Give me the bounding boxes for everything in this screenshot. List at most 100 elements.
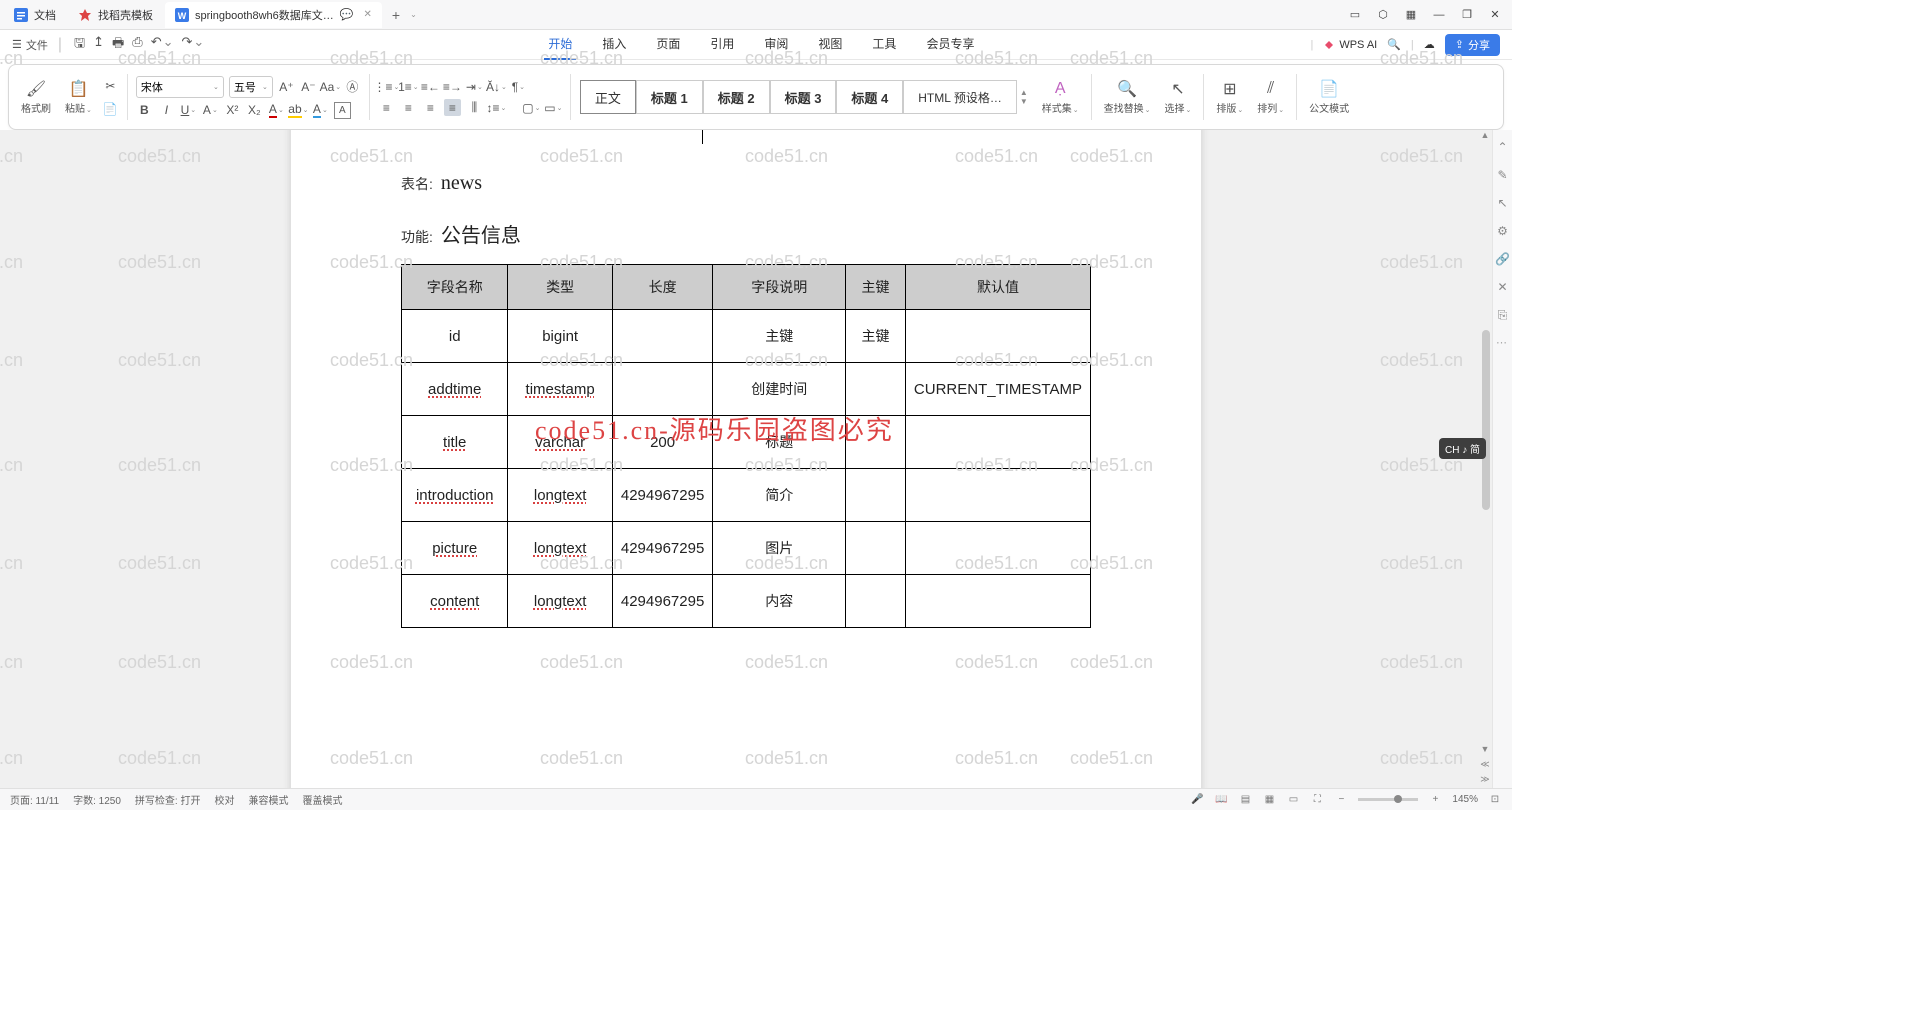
clear-format-icon[interactable]: Ⓐ (344, 78, 361, 95)
tab-start[interactable]: 开始 (544, 29, 576, 60)
add-tab-button[interactable]: + (384, 3, 408, 27)
zoom-in-icon[interactable]: + (1428, 793, 1442, 807)
fullscreen-icon[interactable]: ⛶ (1310, 793, 1324, 807)
save-icon[interactable]: 🖫 (74, 34, 85, 56)
table-row[interactable]: addtime timestamp 创建时间 CURRENT_TIMESTAMP (402, 363, 1091, 416)
tab-page[interactable]: 页面 (652, 29, 684, 60)
tab-templates[interactable]: 找稻壳模板 (68, 2, 163, 28)
vertical-scrollbar[interactable]: ▲ ▼ ≪ ≫ (1478, 130, 1492, 788)
tab-reference[interactable]: 引用 (706, 29, 738, 60)
distribute-icon[interactable]: ⫼ (466, 99, 483, 116)
web-view-icon[interactable]: ▦ (1262, 793, 1276, 807)
group-official[interactable]: 📄 公文模式 (1305, 79, 1353, 115)
align-right-icon[interactable]: ≡ (422, 99, 439, 116)
decrease-font-icon[interactable]: A⁻ (300, 78, 317, 95)
close-button[interactable]: ✕ (1482, 4, 1508, 26)
show-marks-icon[interactable]: ¶⌄ (510, 78, 527, 95)
tab-view-icon[interactable]: ▭ (1342, 4, 1368, 26)
align-center-icon[interactable]: ≡ (400, 99, 417, 116)
style-up-icon[interactable]: ▲ (1020, 88, 1028, 97)
indent-icon[interactable]: ≡→ (444, 78, 461, 95)
link-icon[interactable]: 🔗 (1496, 252, 1510, 266)
cube-icon[interactable]: ⬡ (1370, 4, 1396, 26)
ime-indicator[interactable]: CH ♪ 简 (1439, 438, 1486, 459)
style-h3[interactable]: 标题 3 (770, 80, 837, 114)
outline-icon[interactable]: ▭ (1286, 793, 1300, 807)
border-icon[interactable]: ▢⌄ (523, 99, 540, 116)
style-h1[interactable]: 标题 1 (636, 80, 703, 114)
scroll-thumb[interactable] (1482, 330, 1490, 510)
fit-icon[interactable]: ⊡ (1488, 793, 1502, 807)
font-size-select[interactable]: 五号⌄ (229, 76, 273, 98)
tab-review[interactable]: 审阅 (760, 29, 792, 60)
page[interactable]: 表名: news 功能: 公告信息 字段名称 类型 长度 字段说明 主键 默认值… (291, 130, 1201, 788)
cursor-icon[interactable]: ↖ (1496, 196, 1510, 210)
status-compat[interactable]: 兼容模式 (248, 792, 288, 807)
highlight-button[interactable]: ab⌄ (290, 102, 307, 119)
status-spell[interactable]: 拼写检查: 打开 (135, 792, 201, 807)
style-h4[interactable]: 标题 4 (836, 80, 903, 114)
status-mode[interactable]: 覆盖模式 (302, 792, 342, 807)
table-row[interactable]: introduction longtext 4294967295 简介 (402, 469, 1091, 522)
page-view-icon[interactable]: ▤ (1238, 793, 1252, 807)
tab-insert[interactable]: 插入 (598, 29, 630, 60)
voice-icon[interactable]: 🎤 (1190, 793, 1204, 807)
document-body[interactable]: 表名: news 功能: 公告信息 字段名称 类型 长度 字段说明 主键 默认值… (401, 172, 1091, 628)
align-left-icon[interactable]: ≡ (378, 99, 395, 116)
style-html[interactable]: HTML 预设格… (903, 80, 1017, 114)
share-button[interactable]: ⇪分享 (1445, 34, 1500, 56)
tab-member[interactable]: 会员专享 (922, 29, 978, 60)
shading-button[interactable]: A⌄ (312, 102, 329, 119)
redo-icon[interactable]: ↷⌄ (182, 34, 205, 56)
preview-icon[interactable]: ⎙ (132, 34, 142, 56)
style-gallery[interactable]: 正文 标题 1 标题 2 标题 3 标题 4 HTML 预设格… ▲▼ (579, 79, 1032, 115)
file-menu[interactable]: ☰文件 (6, 34, 54, 56)
read-icon[interactable]: 📖 (1214, 793, 1228, 807)
table-row[interactable]: title varchar 200 标题 (402, 416, 1091, 469)
underline-button[interactable]: U⌄ (180, 102, 197, 119)
maximize-button[interactable]: ❐ (1454, 4, 1480, 26)
fill-icon[interactable]: ▭⌄ (545, 99, 562, 116)
scroll-up-icon[interactable]: ▲ (1478, 130, 1492, 144)
status-words[interactable]: 字数: 1250 (73, 792, 121, 807)
export-icon[interactable]: ↥ (93, 34, 104, 56)
group-format-painter[interactable]: 🖌 格式刷 (17, 79, 55, 115)
tab-overflow[interactable]: ⌄ (410, 10, 417, 19)
pen-icon[interactable]: ✎ (1496, 168, 1510, 182)
comment-icon[interactable]: 💬 (340, 8, 354, 21)
minimize-button[interactable]: — (1426, 4, 1452, 26)
style-down-icon[interactable]: ▼ (1020, 97, 1028, 106)
copy-icon[interactable]: 📄 (102, 100, 119, 117)
more-icon[interactable]: ⋯ (1496, 336, 1509, 349)
group-arrange[interactable]: ⫽ 排列⌄ (1253, 79, 1288, 115)
prev-page-icon[interactable]: ≪ (1478, 759, 1492, 773)
tool-icon[interactable]: ✕ (1496, 280, 1510, 294)
settings-icon[interactable]: ⚙ (1496, 224, 1510, 238)
table-row[interactable]: id bigint 主键 主键 (402, 310, 1091, 363)
zoom-value[interactable]: 145% (1452, 794, 1478, 805)
font-color-button[interactable]: A⌄ (268, 102, 285, 119)
cut-icon[interactable]: ✂ (102, 77, 119, 94)
next-page-icon[interactable]: ≫ (1478, 774, 1492, 788)
undo-icon[interactable]: ↶⌄ (151, 34, 174, 56)
database-table[interactable]: 字段名称 类型 长度 字段说明 主键 默认值 id bigint 主键 主键 a… (401, 264, 1091, 628)
tab-docs[interactable]: 文档 (4, 2, 66, 28)
bullet-list-icon[interactable]: ⋮≡⌄ (378, 78, 395, 95)
char-border-button[interactable]: A (334, 102, 351, 119)
wps-ai-button[interactable]: WPS AI (1323, 39, 1377, 51)
cloud-icon[interactable]: ☁ (1424, 38, 1435, 51)
line-spacing-icon[interactable]: ↕≡⌄ (488, 99, 505, 116)
tab-settings-icon[interactable]: ⇥⌄ (466, 78, 483, 95)
zoom-out-icon[interactable]: − (1334, 793, 1348, 807)
case-icon[interactable]: Aa⌄ (322, 78, 339, 95)
status-page[interactable]: 页面: 11/11 (10, 792, 59, 807)
document-area[interactable]: 表名: news 功能: 公告信息 字段名称 类型 长度 字段说明 主键 默认值… (0, 130, 1492, 788)
apps-icon[interactable]: ▦ (1398, 4, 1424, 26)
group-paste[interactable]: 📋 粘贴⌄ (61, 79, 96, 115)
subscript-button[interactable]: X₂ (246, 102, 263, 119)
sort-para-icon[interactable]: Ă↓⌄ (488, 78, 505, 95)
tab-current-doc[interactable]: W springbooth8wh6数据库文… 💬 ✕ (165, 2, 382, 28)
tab-tools[interactable]: 工具 (868, 29, 900, 60)
superscript-button[interactable]: X² (224, 102, 241, 119)
bold-button[interactable]: B (136, 102, 153, 119)
